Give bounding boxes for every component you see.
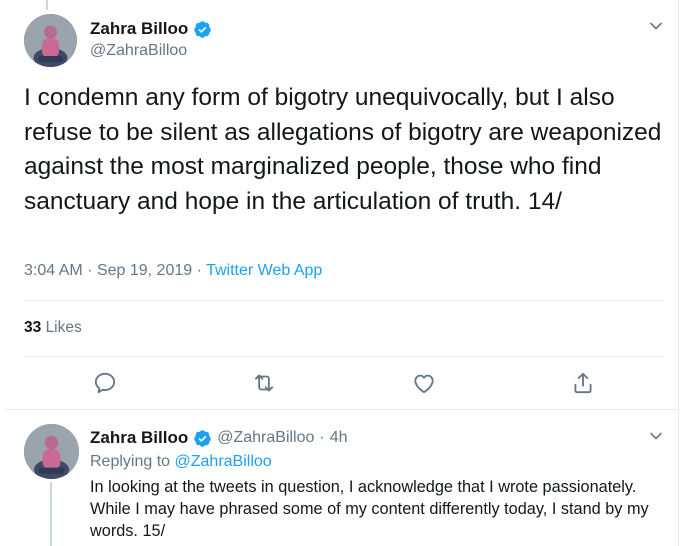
avatar-image bbox=[24, 424, 79, 479]
author-handle[interactable]: @ZahraBilloo bbox=[90, 42, 187, 60]
divider bbox=[6, 409, 678, 410]
thread-connector-top bbox=[46, 0, 48, 10]
tweet-actions bbox=[24, 370, 664, 400]
avatar[interactable] bbox=[24, 14, 77, 67]
author-name[interactable]: Zahra Billoo bbox=[90, 19, 188, 39]
divider bbox=[24, 356, 664, 357]
verified-badge-icon bbox=[194, 429, 212, 447]
reply-icon[interactable] bbox=[92, 370, 118, 396]
chevron-down-icon[interactable] bbox=[648, 428, 664, 444]
tweet-text: I condemn any form of bigotry unequivoca… bbox=[24, 84, 662, 215]
avatar[interactable] bbox=[24, 424, 79, 479]
replying-to-handle[interactable]: @ZahraBilloo bbox=[175, 453, 272, 470]
tweet-date[interactable]: Sep 19, 2019 bbox=[97, 262, 192, 279]
tweet-source-link[interactable]: Twitter Web App bbox=[206, 262, 322, 279]
author-row: Zahra Billoo bbox=[90, 19, 212, 39]
avatar-image bbox=[24, 14, 77, 67]
reply-text: In looking at the tweets in question, I … bbox=[90, 478, 649, 540]
likes-label: Likes bbox=[45, 319, 82, 336]
chevron-down-icon[interactable] bbox=[648, 18, 664, 34]
reply-author-handle[interactable]: @ZahraBilloo bbox=[217, 429, 314, 447]
likes-count: 33 bbox=[24, 319, 42, 336]
meta-separator: · bbox=[196, 262, 202, 279]
thread-connector bbox=[50, 482, 52, 546]
reply-author-name[interactable]: Zahra Billoo bbox=[90, 428, 188, 448]
replying-to-label: Replying to bbox=[90, 453, 171, 470]
divider bbox=[24, 300, 664, 301]
likes-count-link[interactable]: 33 Likes bbox=[24, 319, 82, 337]
reply-age[interactable]: 4h bbox=[330, 429, 348, 447]
tweet-time[interactable]: 3:04 AM bbox=[24, 262, 83, 279]
heart-icon[interactable] bbox=[411, 370, 437, 396]
tweet-meta: 3:04 AM · Sep 19, 2019 · Twitter Web App bbox=[24, 262, 322, 280]
meta-separator: · bbox=[319, 429, 325, 446]
reply-author-row: Zahra Billoo @ZahraBilloo · 4h bbox=[90, 428, 348, 448]
share-icon[interactable] bbox=[570, 370, 596, 396]
verified-badge-icon bbox=[194, 20, 212, 38]
retweet-icon[interactable] bbox=[251, 370, 277, 396]
replying-to: Replying to @ZahraBilloo bbox=[90, 453, 272, 471]
meta-separator: · bbox=[87, 262, 93, 279]
